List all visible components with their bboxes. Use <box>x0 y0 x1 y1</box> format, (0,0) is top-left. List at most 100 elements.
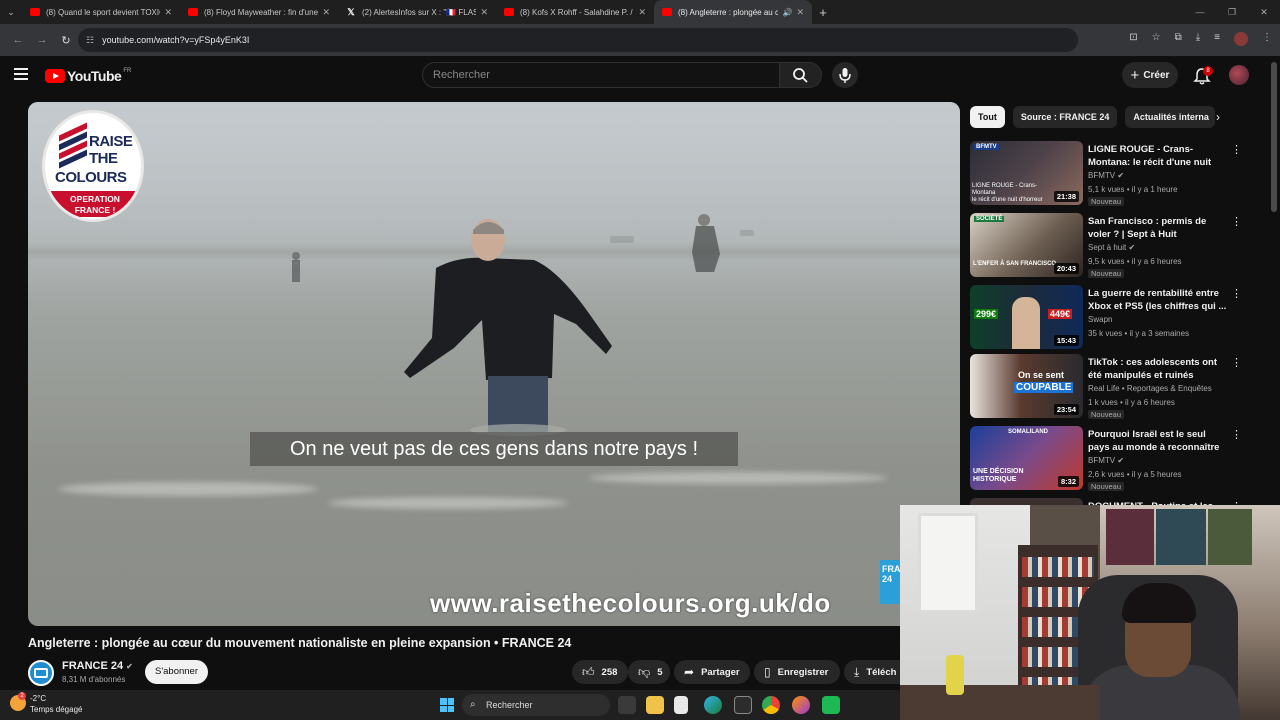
profile-avatar-icon[interactable] <box>1234 32 1248 46</box>
video-duration: 15:43 <box>1053 335 1079 346</box>
extensions-puzzle-icon[interactable]: ⧉ <box>1175 32 1182 46</box>
weather-text: -2°C Temps dégagé <box>30 693 82 715</box>
install-app-icon[interactable]: ⊡ <box>1129 32 1137 46</box>
thumbnail-caption: UNE DÉCISION HISTORIQUE <box>973 468 1024 483</box>
video-thumbnail[interactable]: SOMALILAND UNE DÉCISION HISTORIQUE 8:32 <box>970 426 1083 490</box>
taskbar-search[interactable]: ⌕ Rechercher <box>462 694 610 716</box>
more-options-icon[interactable]: ⋮ <box>1231 356 1242 369</box>
bookmark-star-icon[interactable]: ☆ <box>1152 32 1161 46</box>
recommendation-item[interactable]: On se sent COUPABLE 23:54 TikTok : ces a… <box>970 354 1242 420</box>
chevron-right-icon[interactable]: › <box>1216 110 1220 124</box>
close-icon[interactable]: ✕ <box>638 7 646 18</box>
chip-all[interactable]: Tout <box>970 106 1005 128</box>
bookmark-icon: ▯ <box>764 665 771 679</box>
media-control-icon[interactable]: ≡ <box>1214 32 1220 46</box>
weather-badge: 2 <box>18 692 26 700</box>
recommendation-title[interactable]: Pourquoi Israël est le seul pays au mond… <box>1088 428 1228 455</box>
new-tab-plus-icon[interactable]: + <box>812 5 834 20</box>
chrome-icon[interactable] <box>762 696 780 714</box>
recommendation-item[interactable]: SOMALILAND UNE DÉCISION HISTORIQUE 8:32 P… <box>970 426 1242 492</box>
channel-avatar[interactable] <box>28 660 54 686</box>
recommendation-title[interactable]: San Francisco : permis de voler ? | Sept… <box>1088 215 1228 241</box>
scrollbar-thumb[interactable] <box>1271 62 1277 212</box>
close-icon[interactable]: ✕ <box>796 7 804 18</box>
back-arrow-icon[interactable]: ← <box>6 34 30 46</box>
voice-search-button[interactable] <box>832 62 858 88</box>
speaker-icon[interactable]: 🔊 <box>782 8 792 17</box>
file-explorer-icon[interactable] <box>646 696 664 714</box>
x-icon: 𝕏 <box>347 6 355 17</box>
channel-name[interactable]: FRANCE 24 ✔ <box>62 660 133 672</box>
recommendation-title[interactable]: LIGNE ROUGE - Crans-Montana: le récit d'… <box>1088 143 1228 170</box>
societe-tag: SOCIÉTÉ <box>974 216 1005 222</box>
maximize-icon[interactable]: ❐ <box>1216 0 1248 24</box>
store-icon[interactable] <box>734 696 752 714</box>
recommendation-title[interactable]: La guerre de rentabilité entre Xbox et P… <box>1088 287 1228 313</box>
save-button[interactable]: ▯ Enregistrer <box>754 660 840 684</box>
webcam-overlay <box>900 505 1280 720</box>
account-avatar[interactable] <box>1229 65 1249 85</box>
recommendation-item[interactable]: BFMTV LIGNE ROUGE - Crans-Montana le réci… <box>970 141 1242 207</box>
task-view-icon[interactable] <box>618 696 636 714</box>
menu-kebab-icon[interactable]: ⋮ <box>1262 32 1272 46</box>
browser-tab-4[interactable]: (8) Kofs X Rohff - Salahdine P. / ✕ <box>496 0 654 24</box>
recommendation-item[interactable]: SOCIÉTÉ L'ENFER À SAN FRANCISCO 20:43 Sa… <box>970 213 1242 279</box>
distant-vehicles <box>610 230 754 243</box>
like-button[interactable]: 👍︎ 258 <box>572 660 628 684</box>
browser-tab-1[interactable]: (8) Quand le sport devient TOXIQUE ✕ <box>22 0 180 24</box>
close-icon[interactable]: ✕ <box>480 7 488 18</box>
browser-tab-5-active[interactable]: (8) Angleterre : plongée au cœur 🔊 ✕ <box>654 0 812 24</box>
poster <box>1106 509 1154 565</box>
weather-widget[interactable]: 2 -2°C Temps dégagé <box>10 692 82 715</box>
youtube-logo[interactable]: YouTube FR <box>45 68 131 84</box>
site-settings-icon[interactable]: ☷ <box>86 35 94 46</box>
youtube-icon <box>30 8 40 16</box>
chip-source[interactable]: Source : FRANCE 24 <box>1012 106 1118 128</box>
share-button[interactable]: ➦ Partager <box>674 660 750 684</box>
edge-browser-icon[interactable] <box>704 696 722 714</box>
search-input[interactable]: Rechercher <box>422 62 780 88</box>
subscribe-button[interactable]: S'abonner <box>145 660 208 684</box>
video-thumbnail[interactable]: SOCIÉTÉ L'ENFER À SAN FRANCISCO 20:43 <box>970 213 1083 277</box>
video-player[interactable]: RAISE THE COLOURS OPERATION FRANCE ! On … <box>28 102 960 626</box>
more-options-icon[interactable]: ⋮ <box>1231 428 1242 441</box>
hamburger-menu-icon[interactable] <box>14 68 28 80</box>
close-icon[interactable]: ✕ <box>322 7 330 18</box>
download-icon[interactable]: ⤓ <box>1196 32 1200 46</box>
video-thumbnail[interactable]: 299€ 449€ 15:43 <box>970 285 1083 349</box>
video-thumbnail[interactable]: On se sent COUPABLE 23:54 <box>970 354 1083 418</box>
logo-line: RAISE <box>89 133 133 150</box>
video-subtitle: On ne veut pas de ces gens dans notre pa… <box>250 432 738 466</box>
tab-search-chevron-icon[interactable]: ⌄ <box>0 0 22 24</box>
browser-tab-2[interactable]: (8) Floyd Mayweather : fin d'une ère ✕ <box>180 0 338 24</box>
firefox-icon[interactable] <box>792 696 810 714</box>
close-window-icon[interactable]: ✕ <box>1248 0 1280 24</box>
search-button[interactable] <box>780 62 822 88</box>
create-button[interactable]: + Créer <box>1122 62 1178 88</box>
reload-icon[interactable]: ↻ <box>54 34 78 47</box>
channel-name-text: FRANCE 24 <box>62 660 124 672</box>
thumbnail-caption: On se sent <box>1018 370 1065 380</box>
forward-arrow-icon[interactable]: → <box>30 34 54 46</box>
youtube-header: YouTube FR Rechercher + Créer 8 <box>0 56 1280 96</box>
recommendation-title[interactable]: TikTok : ces adolescents ont été manipul… <box>1088 356 1228 382</box>
more-options-icon[interactable]: ⋮ <box>1231 287 1242 300</box>
close-icon[interactable]: ✕ <box>164 7 172 18</box>
recommendation-item[interactable]: 299€ 449€ 15:43 La guerre de rentabilité… <box>970 285 1242 351</box>
video-thumbnail[interactable]: BFMTV LIGNE ROUGE - Crans-Montana le réci… <box>970 141 1083 205</box>
browser-tab-3[interactable]: 𝕏 (2) AlertesInfos sur X : "🇫🇷 FLASH ✕ <box>338 0 496 24</box>
tab-title: (8) Angleterre : plongée au cœur <box>678 7 779 17</box>
more-options-icon[interactable]: ⋮ <box>1231 143 1242 156</box>
address-bar[interactable]: ☷ youtube.com/watch?v=yFSp4yEnK3I <box>78 28 1078 52</box>
recommendation-meta: 1 k vues • il y a 6 heures <box>1088 398 1175 407</box>
more-options-icon[interactable]: ⋮ <box>1231 215 1242 228</box>
windows-start-icon[interactable] <box>440 698 454 712</box>
notepad-icon[interactable] <box>674 696 688 714</box>
chip-international-news[interactable]: Actualités interna <box>1125 106 1216 128</box>
app-icon[interactable] <box>822 696 840 714</box>
dislike-button[interactable]: 👎︎ 5 <box>628 660 670 684</box>
download-button[interactable]: ⤓ Téléch <box>844 660 900 684</box>
minimize-icon[interactable]: — <box>1184 0 1216 24</box>
video-duration: 21:38 <box>1053 191 1079 202</box>
new-badge: Nouveau <box>1088 410 1125 419</box>
